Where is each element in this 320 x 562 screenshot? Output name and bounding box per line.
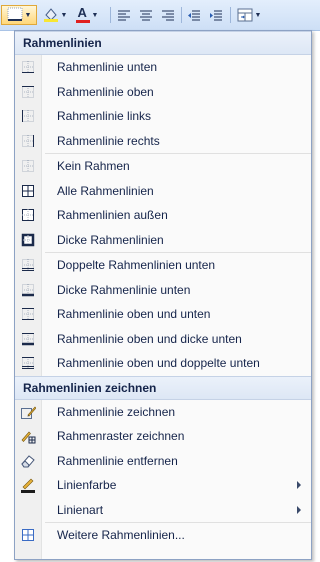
menu-item-label: Rahmenraster zeichnen [57, 429, 185, 444]
font-color-letter: A [77, 5, 87, 20]
top-bottom-border-icon [15, 302, 41, 326]
line-style-icon [15, 498, 41, 522]
menu-item-erase-border[interactable]: Rahmenlinie entfernen [15, 449, 311, 474]
menu-item-label: Linienfarbe [57, 478, 117, 493]
menu-item-top-double-bottom-border[interactable]: Rahmenlinie oben und doppelte unten [15, 351, 311, 376]
outside-borders-icon [15, 203, 41, 227]
align-center-button[interactable] [136, 5, 156, 25]
increase-indent-button[interactable] [206, 5, 226, 25]
menu-item-line-color[interactable]: Linienfarbe [15, 473, 311, 498]
menu-item-label: Rahmenlinie oben und unten [57, 307, 211, 322]
chevron-down-icon: ▼ [254, 11, 262, 19]
eraser-icon [15, 449, 41, 473]
menu-item-label: Rahmenlinie unten [57, 60, 158, 75]
menu-item-line-style[interactable]: Linienart [15, 498, 311, 523]
borders-icon [7, 7, 23, 24]
borders-button[interactable]: ▼ [1, 5, 37, 25]
menu-item-border-right[interactable]: Rahmenlinie rechts [15, 129, 311, 154]
align-right-icon [162, 10, 174, 21]
font-color-button[interactable]: A ▼ [72, 5, 102, 25]
decrease-indent-button[interactable] [184, 5, 204, 25]
align-left-icon [118, 10, 130, 21]
menu-item-label: Rahmenlinie entfernen [57, 453, 178, 468]
menu-item-thick-box-border[interactable]: Dicke Rahmenlinien [15, 228, 311, 253]
ribbon-toolbar: ▼ ▼ A ▼ ▼ [0, 0, 320, 31]
ribbon-separator [181, 7, 182, 23]
menu-item-thick-bottom-border[interactable]: Dicke Rahmenlinie unten [15, 278, 311, 303]
decrease-indent-icon [188, 10, 200, 21]
menu-item-border-bottom[interactable]: Rahmenlinie unten [15, 55, 311, 80]
menu-item-label: Rahmenlinie links [57, 109, 152, 124]
menu-item-top-bottom-border[interactable]: Rahmenlinie oben und unten [15, 302, 311, 327]
border-right-icon [15, 129, 41, 153]
menu-item-top-thick-bottom-border[interactable]: Rahmenlinie oben und dicke unten [15, 327, 311, 352]
borders-dropdown-menu: Rahmenlinien Rahmenlinie unten Rahmenlin… [14, 30, 312, 560]
line-color-icon [15, 473, 41, 497]
menu-item-label: Rahmenlinie oben und doppelte unten [57, 356, 260, 371]
font-color-icon: A [75, 5, 90, 23]
shading-icon [43, 6, 59, 25]
no-border-icon [15, 154, 41, 178]
menu-item-outside-borders[interactable]: Rahmenlinien außen [15, 203, 311, 228]
menu-item-label: Linienart [57, 502, 104, 517]
top-double-bottom-border-icon [15, 351, 41, 375]
thick-bottom-border-icon [15, 278, 41, 302]
align-left-button[interactable] [114, 5, 134, 25]
menu-item-label: Kein Rahmen [57, 159, 130, 174]
menu-item-no-border[interactable]: Kein Rahmen [15, 154, 311, 179]
menu-item-label: Alle Rahmenlinien [57, 183, 154, 198]
more-borders-icon [15, 523, 41, 547]
border-left-icon [15, 104, 41, 128]
submenu-arrow-icon [297, 481, 301, 489]
increase-indent-icon [210, 10, 222, 21]
menu-item-border-top[interactable]: Rahmenlinie oben [15, 80, 311, 105]
menu-item-label: Rahmenlinie zeichnen [57, 404, 176, 419]
border-bottom-icon [15, 55, 41, 79]
section-header-rahmenlinien-zeichnen: Rahmenlinien zeichnen [15, 375, 311, 400]
menu-item-label: Rahmenlinie oben [57, 84, 154, 99]
ribbon-separator [230, 7, 231, 23]
double-bottom-border-icon [15, 253, 41, 277]
menu-item-label: Weitere Rahmenlinien... [57, 528, 185, 543]
menu-item-more-borders[interactable]: Weitere Rahmenlinien... [15, 523, 311, 548]
thick-box-border-icon [15, 228, 41, 252]
menu-item-label: Dicke Rahmenlinien [57, 232, 164, 247]
menu-item-label: Doppelte Rahmenlinien unten [57, 258, 216, 273]
menu-item-double-bottom-border[interactable]: Doppelte Rahmenlinien unten [15, 253, 311, 278]
chevron-down-icon: ▼ [60, 11, 68, 19]
menu-item-label: Rahmenlinie rechts [57, 133, 160, 148]
menu-item-label: Rahmenlinien außen [57, 208, 168, 223]
align-right-button[interactable] [158, 5, 178, 25]
border-top-icon [15, 80, 41, 104]
chevron-down-icon: ▼ [91, 11, 99, 19]
draw-border-icon [15, 400, 41, 424]
menu-item-draw-border[interactable]: Rahmenlinie zeichnen [15, 400, 311, 425]
chevron-down-icon: ▼ [24, 11, 32, 19]
align-center-icon [140, 10, 152, 21]
merge-icon [237, 8, 253, 22]
merge-button[interactable]: ▼ [234, 5, 264, 25]
menu-item-label: Dicke Rahmenlinie unten [57, 282, 191, 297]
top-thick-bottom-border-icon [15, 327, 41, 351]
menu-item-draw-border-grid[interactable]: Rahmenraster zeichnen [15, 424, 311, 449]
menu-item-all-borders[interactable]: Alle Rahmenlinien [15, 179, 311, 204]
draw-border-grid-icon [15, 424, 41, 448]
shading-button[interactable]: ▼ [40, 5, 70, 25]
menu-item-border-left[interactable]: Rahmenlinie links [15, 104, 311, 129]
submenu-arrow-icon [297, 505, 301, 514]
menu-item-label: Rahmenlinie oben und dicke unten [57, 331, 242, 346]
all-borders-icon [15, 179, 41, 203]
section-header-rahmenlinien: Rahmenlinien [15, 31, 311, 55]
ribbon-separator [110, 7, 111, 23]
